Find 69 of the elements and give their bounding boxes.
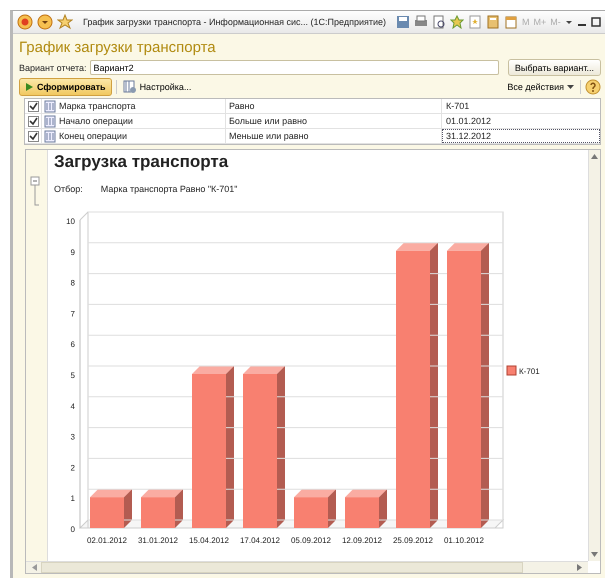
filter-text: Марка транспорта Равно "К-701" (100, 184, 238, 194)
horizontal-scrollbar[interactable] (26, 561, 588, 573)
checkbox[interactable] (28, 100, 38, 112)
scroll-left-icon[interactable] (32, 564, 37, 571)
window-title: График загрузки транспорта - Информационная сис... (1С:Предприятие) (83, 17, 386, 27)
axis-tick-label: 10 (66, 217, 75, 226)
axis-tick-label: 2 (70, 463, 75, 472)
table-cell: Конец операции (59, 131, 127, 141)
scroll-up-icon[interactable] (591, 154, 598, 159)
axis-tick-label: 3 (70, 432, 75, 442)
calculator-icon[interactable] (486, 15, 500, 29)
star-icon[interactable] (450, 15, 464, 29)
axis-tick-label: 05.09.2012 (290, 536, 332, 545)
variant-label: Вариант отчета: (19, 62, 86, 72)
all-actions-button[interactable]: Все действия (505, 82, 576, 92)
axis-tick-label: 17.04.2012 (240, 536, 280, 545)
vertical-scrollbar[interactable] (588, 150, 600, 561)
legend-label: К-701 (519, 367, 540, 376)
table-cell: Меньше или равно (226, 129, 442, 143)
table-cell: Марка транспорта (59, 101, 136, 111)
table-cell[interactable]: 31.12.2012 (442, 129, 600, 143)
axis-tick-label: 02.01.2012 (86, 536, 128, 545)
table-cell[interactable]: 01.01.2012 (442, 114, 600, 128)
collapse-icon[interactable] (30, 176, 40, 206)
table-cell: Начало операции (59, 116, 133, 126)
save-icon[interactable] (396, 15, 410, 29)
logo-icon[interactable] (17, 14, 33, 30)
choose-variant-button[interactable]: Выбрать вариант... (508, 59, 601, 76)
print-icon[interactable] (414, 15, 428, 29)
axis-tick-label: 31.01.2012 (138, 536, 178, 545)
axis-tick-label: 8 (70, 278, 75, 288)
axis-tick-label: 15.04.2012 (188, 536, 230, 545)
table-cell[interactable]: К-701 (442, 99, 600, 113)
table-cell: Равно (226, 99, 442, 113)
table-cell: Больше или равно (226, 114, 442, 128)
maximize-icon[interactable] (590, 17, 601, 27)
axis-tick-label: 5 (70, 371, 75, 380)
scroll-down-icon[interactable] (591, 552, 598, 557)
star-icon[interactable] (57, 14, 73, 30)
form-title: График загрузки транспорта (19, 38, 217, 58)
caret-icon (567, 84, 574, 90)
field-icon (44, 114, 56, 128)
axis-tick-label: 12.09.2012 (342, 536, 382, 545)
filter-label: Отбор: (54, 184, 83, 194)
settings-button[interactable]: Настройка... (120, 80, 194, 94)
axis-tick-label: 1 (70, 494, 75, 504)
generate-button[interactable]: Сформировать (19, 78, 112, 96)
axis-tick-label: 4 (70, 402, 75, 411)
axis-tick-label: 6 (70, 340, 75, 350)
menu-icon[interactable] (37, 14, 53, 30)
axis-tick-label: 7 (70, 309, 75, 318)
calendar-icon[interactable] (504, 15, 518, 29)
help-icon[interactable] (585, 79, 601, 95)
axis-tick-label: 9 (70, 248, 75, 257)
report-title: Загрузка транспорта (54, 151, 230, 172)
bookmark-icon[interactable] (468, 15, 482, 29)
checkbox[interactable] (28, 116, 38, 126)
field-icon (44, 100, 56, 112)
axis-tick-label: 25.09.2012 (392, 536, 434, 545)
scroll-right-icon[interactable] (577, 564, 582, 571)
checkbox[interactable] (28, 130, 38, 142)
axis-tick-label: 01.10.2012 (444, 536, 484, 545)
play-icon (25, 82, 34, 92)
settings-icon (122, 80, 137, 94)
variant-field[interactable]: Вариант2 (90, 60, 499, 75)
dropdown-icon[interactable] (564, 18, 573, 26)
axis-tick-label: 0 (70, 525, 75, 534)
field-icon (44, 130, 56, 142)
preview-icon[interactable] (432, 15, 446, 29)
